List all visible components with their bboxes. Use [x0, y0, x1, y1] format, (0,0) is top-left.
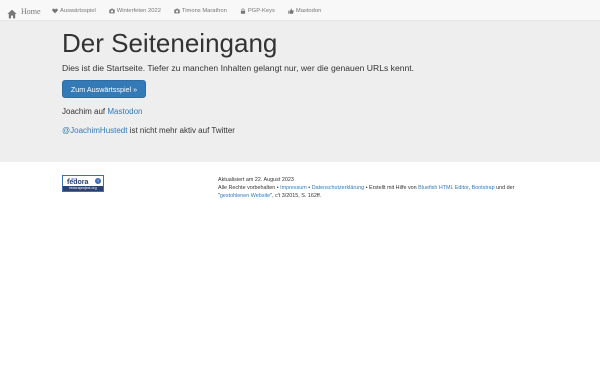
nav-item-timons-marathon[interactable]: Timons Marathon: [174, 8, 227, 14]
thumbs-up-icon: [288, 7, 294, 14]
footer-text: Aktualisiert am 22. August 2023 Alle Rec…: [218, 176, 578, 201]
nav-label: Winterfeten 2022: [116, 7, 161, 14]
home-link[interactable]: Home: [7, 4, 41, 19]
heart-icon: [52, 8, 58, 13]
nav-menu: Auswärtsspiel Winterfeten 2022 Timons Ma…: [52, 0, 334, 21]
citation-text: ", c't 3/2015, S. 162ff.: [270, 193, 322, 200]
top-navbar: Home Auswärtsspiel Winterfeten 2022 Timo…: [0, 0, 600, 21]
twitter-suffix: ist nicht mehr aktiv auf Twitter: [127, 126, 235, 135]
nav-item-pgp-keys[interactable]: PGP-Keys: [240, 8, 275, 14]
last-updated: Aktualisiert am 22. August 2023: [218, 177, 294, 183]
nav-label: Timons Marathon: [181, 7, 227, 14]
made-with-text: • Erstellt mit Hilfe von: [364, 185, 419, 192]
home-icon: [7, 6, 17, 19]
datenschutz-link[interactable]: Datenschutzerklärung: [312, 185, 364, 191]
fedora-badge[interactable]: i am fedora f fedoraproject.org: [62, 175, 104, 192]
twitter-line: @JoachimHustedt ist nicht mehr aktiv auf…: [62, 126, 235, 135]
camera-icon: [109, 8, 115, 13]
home-label: Home: [21, 6, 41, 16]
nav-item-mastodon[interactable]: Mastodon: [288, 8, 321, 14]
intro-text: Dies ist die Startseite. Tiefer zu manch…: [62, 63, 415, 73]
bluefish-link[interactable]: Bluefish HTML Editor: [418, 185, 468, 191]
bootstrap-link[interactable]: Bootstrap: [472, 185, 495, 191]
camera-icon: [174, 8, 180, 13]
fedora-logo-icon: f: [95, 178, 101, 184]
rights-text: Alle Rechte vorbehalten •: [218, 185, 281, 192]
mastodon-link[interactable]: Mastodon: [107, 107, 142, 116]
stolen-website-link[interactable]: gestohlenen Website: [220, 193, 270, 199]
fedora-badge-url: fedoraproject.org: [63, 186, 103, 191]
nav-item-winterfeten[interactable]: Winterfeten 2022: [109, 8, 161, 14]
nav-item-auswaertsspiel[interactable]: Auswärtsspiel: [52, 8, 96, 14]
nav-label: PGP-Keys: [247, 7, 275, 14]
fedora-badge-name: fedora: [67, 179, 89, 186]
and-the-text: und der: [494, 185, 515, 192]
twitter-link[interactable]: @JoachimHustedt: [62, 126, 127, 135]
mastodon-line: Joachim auf Mastodon: [62, 107, 143, 116]
nav-label: Mastodon: [295, 7, 322, 14]
lock-icon: [240, 7, 245, 14]
auswaertsspiel-button[interactable]: Zum Auswärtsspiel »: [62, 80, 146, 98]
mastodon-prefix: Joachim auf: [62, 107, 108, 116]
nav-label: Auswärtsspiel: [60, 7, 96, 14]
impressum-link[interactable]: Impressum: [280, 185, 307, 191]
footer-credits: Alle Rechte vorbehalten • Impressum • Da…: [218, 184, 578, 200]
page-title: Der Seiteneingang: [62, 28, 278, 58]
